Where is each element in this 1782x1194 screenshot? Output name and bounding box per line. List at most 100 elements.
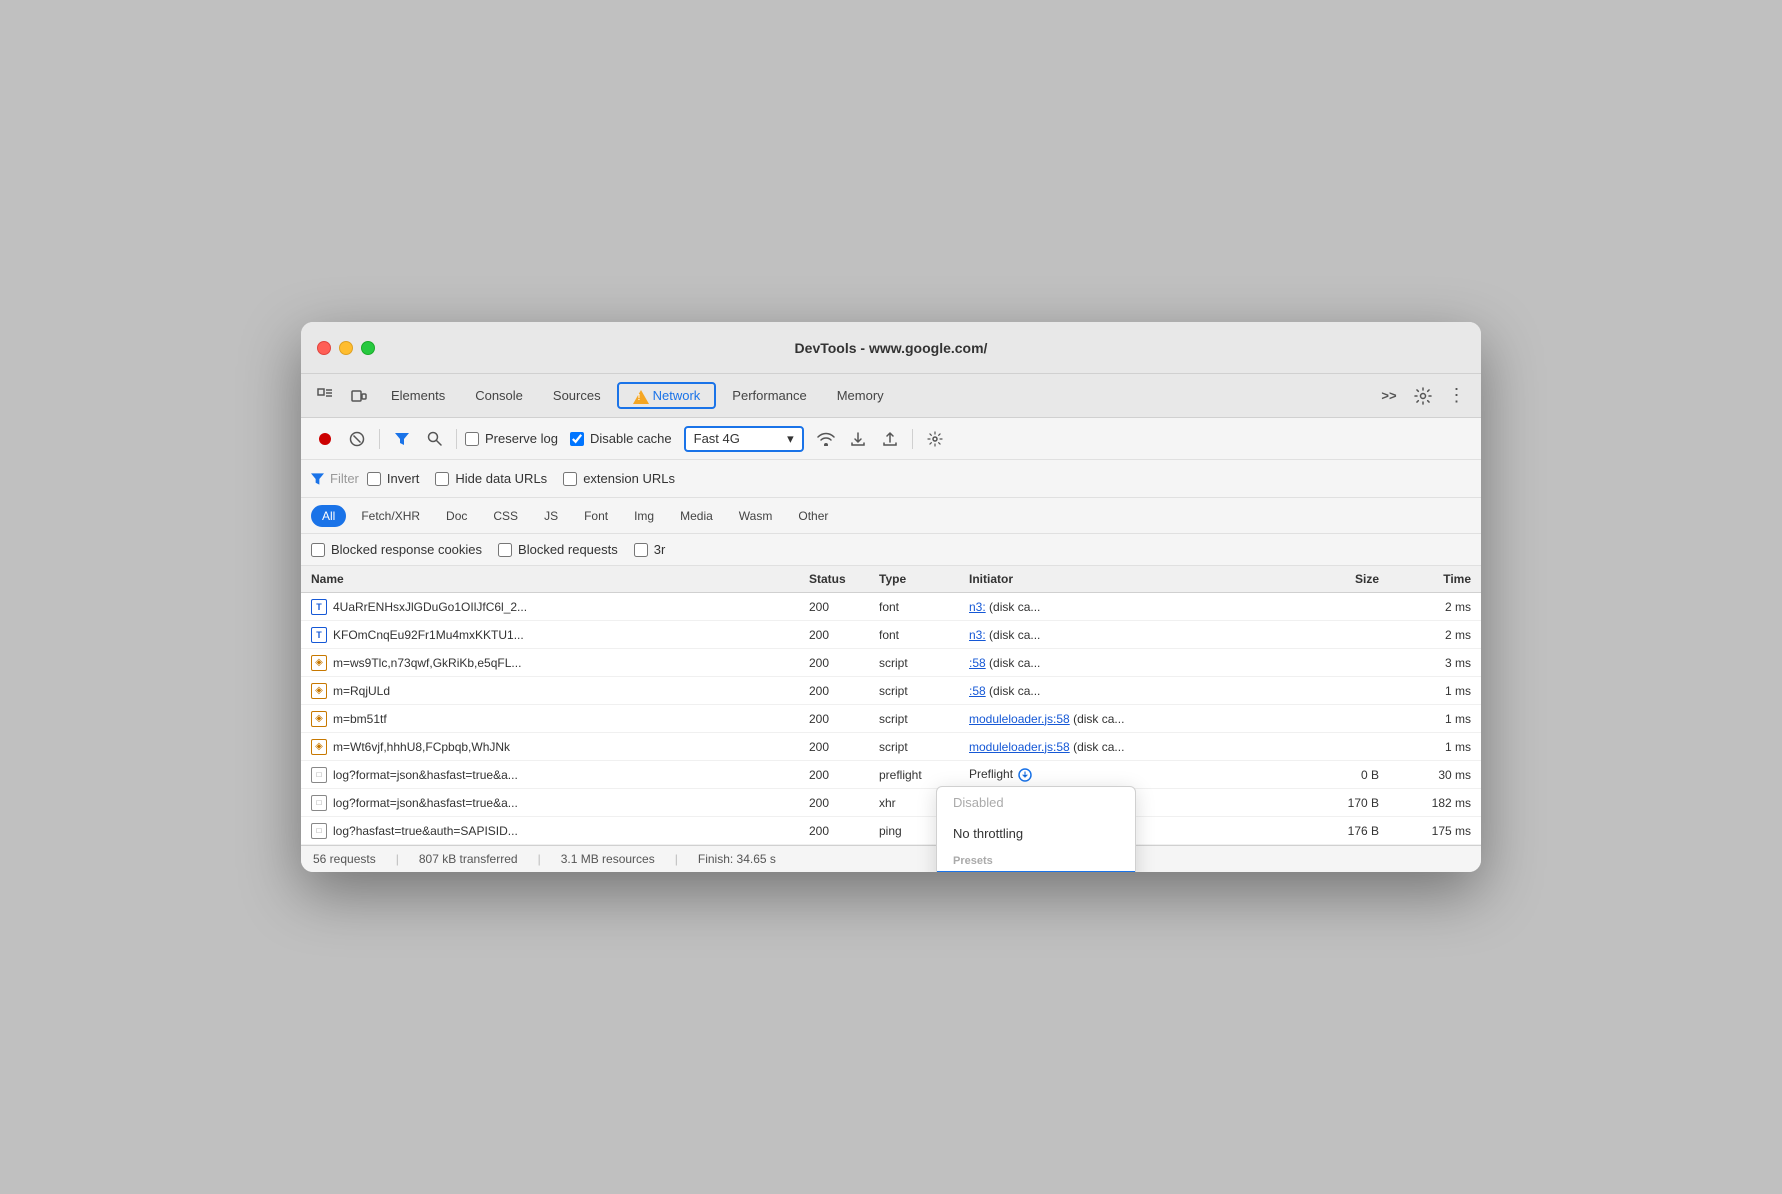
tab-elements[interactable]: Elements — [377, 382, 459, 409]
clear-button[interactable] — [343, 425, 371, 453]
preserve-log-label[interactable]: Preserve log — [465, 431, 558, 446]
dropdown-item-no-throttling[interactable]: No throttling — [937, 818, 1135, 849]
throttle-value: Fast 4G — [694, 431, 740, 446]
search-button[interactable] — [420, 425, 448, 453]
row-time: 1 ms — [1391, 684, 1471, 698]
table-row[interactable]: ◈ m=RqjULd 200 script :58 (disk ca... 1 … — [301, 677, 1481, 705]
blocked-cookies-label[interactable]: Blocked response cookies — [311, 542, 482, 557]
hide-data-urls-label[interactable]: Hide data URLs — [435, 471, 547, 486]
row-time: 2 ms — [1391, 628, 1471, 642]
table-body: T 4UaRrENHsxJlGDuGo1OIlJfC6l_2... 200 fo… — [301, 593, 1481, 845]
settings-icon[interactable] — [1407, 380, 1439, 412]
tab-memory[interactable]: Memory — [823, 382, 898, 409]
row-size: 170 B — [1301, 796, 1391, 810]
disable-cache-label[interactable]: Disable cache — [570, 431, 672, 446]
record-button[interactable] — [311, 425, 339, 453]
blocked-requests-checkbox[interactable] — [498, 543, 512, 557]
row-name: log?format=json&hasfast=true&a... — [333, 796, 518, 810]
row-initiator: moduleloader.js:58 (disk ca... — [969, 712, 1301, 726]
tab-console[interactable]: Console — [461, 382, 537, 409]
type-filter-doc[interactable]: Doc — [435, 505, 478, 527]
traffic-lights[interactable] — [317, 341, 375, 355]
table-row[interactable]: T KFOmCnqEu92Fr1Mu4mxKKTU1... 200 font n… — [301, 621, 1481, 649]
import-har-button[interactable] — [844, 425, 872, 453]
invert-label[interactable]: Invert — [367, 471, 420, 486]
preserve-log-checkbox[interactable] — [465, 432, 479, 446]
row-initiator: Preflight — [969, 767, 1301, 782]
row-name: m=Wt6vjf,hhhU8,FCpbqb,WhJNk — [333, 740, 510, 754]
device-toolbar-icon[interactable] — [343, 380, 375, 412]
tab-performance[interactable]: Performance — [718, 382, 820, 409]
header-size[interactable]: Size — [1301, 572, 1391, 586]
header-status[interactable]: Status — [809, 572, 879, 586]
maximize-button[interactable] — [361, 341, 375, 355]
type-filter-img[interactable]: Img — [623, 505, 665, 527]
dots-menu-icon[interactable]: ⋮ — [1441, 380, 1473, 412]
header-type[interactable]: Type — [879, 572, 969, 586]
dropdown-section-presets: Presets — [937, 849, 1135, 871]
type-filter-other[interactable]: Other — [787, 505, 839, 527]
type-filter-fetch-xhr[interactable]: Fetch/XHR — [350, 505, 431, 527]
xhr-icon: □ — [311, 767, 327, 783]
row-time: 3 ms — [1391, 656, 1471, 670]
table-row[interactable]: ◈ m=bm51tf 200 script moduleloader.js:58… — [301, 705, 1481, 733]
network-warning-icon: ! — [633, 390, 649, 404]
blocked-requests-label[interactable]: Blocked requests — [498, 542, 618, 557]
header-name[interactable]: Name — [311, 572, 809, 586]
row-name: log?format=json&hasfast=true&a... — [333, 768, 518, 782]
third-party-text: 3r — [654, 542, 666, 557]
close-button[interactable] — [317, 341, 331, 355]
script-icon: ◈ — [311, 655, 327, 671]
row-name: KFOmCnqEu92Fr1Mu4mxKKTU1... — [333, 628, 524, 642]
third-party-label[interactable]: 3r — [634, 542, 666, 557]
main-content: Name Status Type Initiator Size Time T 4… — [301, 566, 1481, 845]
network-settings-button[interactable] — [921, 425, 949, 453]
table-row[interactable]: □ log?hasfast=true&auth=SAPISID... 200 p… — [301, 817, 1481, 845]
tab-sources[interactable]: Sources — [539, 382, 615, 409]
table-row[interactable]: ◈ m=ws9Tlc,n73qwf,GkRiKb,e5qFL... 200 sc… — [301, 649, 1481, 677]
blocked-cookies-checkbox[interactable] — [311, 543, 325, 557]
toolbar-divider-1 — [379, 429, 380, 449]
row-name: 4UaRrENHsxJlGDuGo1OIlJfC6l_2... — [333, 600, 527, 614]
toolbar-divider-2 — [456, 429, 457, 449]
resources-size: 3.1 MB resources — [561, 852, 655, 866]
row-status: 200 — [809, 712, 879, 726]
disable-cache-checkbox[interactable] — [570, 432, 584, 446]
type-filter-wasm[interactable]: Wasm — [728, 505, 784, 527]
filter-input-container[interactable]: Filter — [311, 471, 359, 486]
type-filter-font[interactable]: Font — [573, 505, 619, 527]
extension-urls-checkbox[interactable] — [563, 472, 577, 486]
table-row[interactable]: □ log?format=json&hasfast=true&a... 200 … — [301, 789, 1481, 817]
minimize-button[interactable] — [339, 341, 353, 355]
type-filter-all[interactable]: All — [311, 505, 346, 527]
third-party-checkbox[interactable] — [634, 543, 648, 557]
table-row[interactable]: T 4UaRrENHsxJlGDuGo1OIlJfC6l_2... 200 fo… — [301, 593, 1481, 621]
row-time: 1 ms — [1391, 740, 1471, 754]
extension-urls-label[interactable]: extension URLs — [563, 471, 675, 486]
table-header: Name Status Type Initiator Size Time — [301, 566, 1481, 593]
throttle-select[interactable]: Fast 4G ▾ — [684, 426, 804, 452]
header-time[interactable]: Time — [1391, 572, 1471, 586]
type-filter-media[interactable]: Media — [669, 505, 724, 527]
tab-network[interactable]: ! Network — [617, 382, 717, 409]
row-initiator: n3: (disk ca... — [969, 600, 1301, 614]
type-filter-css[interactable]: CSS — [482, 505, 529, 527]
inspector-icon[interactable] — [309, 380, 341, 412]
row-status: 200 — [809, 768, 879, 782]
filter-button[interactable] — [388, 425, 416, 453]
type-filter-js[interactable]: JS — [533, 505, 569, 527]
table-row[interactable]: □ log?format=json&hasfast=true&a... 200 … — [301, 761, 1481, 789]
online-button[interactable] — [812, 425, 840, 453]
hide-data-urls-checkbox[interactable] — [435, 472, 449, 486]
requests-count: 56 requests — [313, 852, 376, 866]
table-row[interactable]: ◈ m=Wt6vjf,hhhU8,FCpbqb,WhJNk 200 script… — [301, 733, 1481, 761]
blocked-bar: Blocked response cookies Blocked request… — [301, 534, 1481, 566]
header-initiator[interactable]: Initiator — [969, 572, 1301, 586]
dropdown-item-fast4g[interactable]: ✓ Fast 4G — [937, 871, 1135, 872]
export-har-button[interactable] — [876, 425, 904, 453]
more-tabs-button[interactable]: >> — [1373, 380, 1405, 412]
row-time: 1 ms — [1391, 712, 1471, 726]
invert-checkbox[interactable] — [367, 472, 381, 486]
row-type: font — [879, 628, 969, 642]
row-name: m=RqjULd — [333, 684, 390, 698]
